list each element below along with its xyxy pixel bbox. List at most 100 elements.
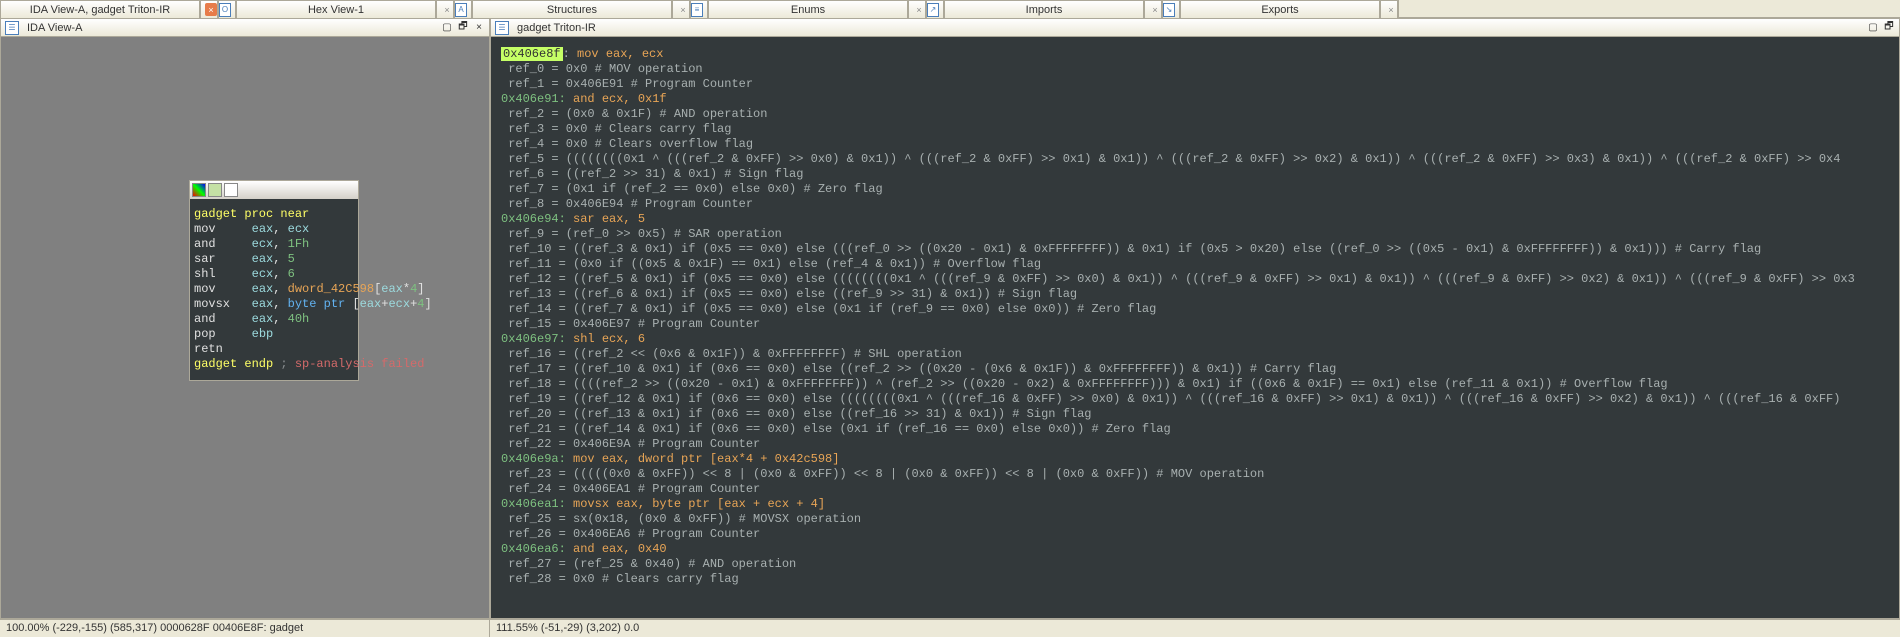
tab-imports[interactable]: Imports xyxy=(944,0,1144,18)
ida-floating-window[interactable]: gadget proc nearmov eax, ecxand ecx, 1Fh… xyxy=(189,180,359,381)
tab-icon-button[interactable]: ≡ xyxy=(690,0,708,18)
code-line: shl ecx, 6 xyxy=(194,267,354,282)
close-icon: × xyxy=(1385,3,1397,16)
code-line: ref_12 = ((ref_5 & 0x1) if (0x5 == 0x0) … xyxy=(501,272,1889,287)
code-line: ref_26 = 0x406EA6 # Program Counter xyxy=(501,527,1889,542)
triton-pane: ☰ gadget Triton-IR ▢ 🗗 0x406e8f: mov eax… xyxy=(490,18,1900,619)
code-line: 0x406ea6: and eax, 0x40 xyxy=(501,542,1889,557)
tab-type-icon: ≡ xyxy=(691,3,703,17)
code-line: pop ebp xyxy=(194,327,354,342)
code-line: ref_10 = ((ref_3 & 0x1) if (0x5 == 0x0) … xyxy=(501,242,1889,257)
ida-pane-body[interactable]: gadget proc nearmov eax, ecxand ecx, 1Fh… xyxy=(1,37,489,618)
code-line: ref_13 = ((ref_6 & 0x1) if (0x5 == 0x0) … xyxy=(501,287,1889,302)
tab-label: IDA View-A, gadget Triton-IR xyxy=(30,4,170,16)
close-icon: × xyxy=(441,3,453,16)
tab-exports[interactable]: Exports xyxy=(1180,0,1380,18)
code-line: ref_4 = 0x0 # Clears overflow flag xyxy=(501,137,1889,152)
code-line: 0x406e8f: mov eax, ecx xyxy=(501,47,1889,62)
code-line: ref_24 = 0x406EA1 # Program Counter xyxy=(501,482,1889,497)
code-line: mov eax, ecx xyxy=(194,222,354,237)
tab-close-button[interactable]: × xyxy=(1380,0,1398,18)
tab-type-icon: O xyxy=(219,3,231,17)
color-icon[interactable] xyxy=(192,183,206,197)
code-line: 0x406ea1: movsx eax, byte ptr [eax + ecx… xyxy=(501,497,1889,512)
code-line: ref_17 = ((ref_10 & 0x1) if (0x6 == 0x0)… xyxy=(501,362,1889,377)
code-line: ref_6 = ((ref_2 >> 31) & 0x1) # Sign fla… xyxy=(501,167,1889,182)
pane-max-button[interactable]: 🗗 xyxy=(1883,22,1895,34)
code-line: ref_21 = ((ref_14 & 0x1) if (0x6 == 0x0)… xyxy=(501,422,1889,437)
triton-pane-title: gadget Triton-IR xyxy=(517,22,596,34)
code-line: and eax, 40h xyxy=(194,312,354,327)
tab-type-icon: A xyxy=(455,3,467,17)
disassembly-code[interactable]: gadget proc nearmov eax, ecxand ecx, 1Fh… xyxy=(190,199,358,380)
ida-pane-header: ☰ IDA View-A ▢ 🗗 × xyxy=(1,19,489,37)
code-line: ref_27 = (ref_25 & 0x40) # AND operation xyxy=(501,557,1889,572)
main-tab-bar: IDA View-A, gadget Triton-IR×OHex View-1… xyxy=(0,0,1900,18)
view-icon: ☰ xyxy=(495,21,509,35)
code-line: retn xyxy=(194,342,354,357)
graph-icon[interactable] xyxy=(208,183,222,197)
triton-ir-code[interactable]: 0x406e8f: mov eax, ecx ref_0 = 0x0 # MOV… xyxy=(497,43,1893,591)
tab-close-button[interactable]: × xyxy=(436,0,454,18)
tab-ida-view-a-gadget-triton-ir[interactable]: IDA View-A, gadget Triton-IR xyxy=(0,0,200,18)
tab-label: Imports xyxy=(1026,4,1063,16)
ida-graph-toolbar xyxy=(190,181,358,199)
close-icon: × xyxy=(913,3,925,16)
tab-label: Enums xyxy=(791,4,825,16)
tab-structures[interactable]: Structures xyxy=(472,0,672,18)
code-line: ref_23 = (((((0x0 & 0xFF)) << 8 | (0x0 &… xyxy=(501,467,1889,482)
code-line: ref_2 = (0x0 & 0x1F) # AND operation xyxy=(501,107,1889,122)
code-line: ref_7 = (0x1 if (ref_2 == 0x0) else 0x0)… xyxy=(501,182,1889,197)
code-line: ref_3 = 0x0 # Clears carry flag xyxy=(501,122,1889,137)
pane-restore-button[interactable]: ▢ xyxy=(1867,22,1879,34)
tab-label: Structures xyxy=(547,4,597,16)
status-bar: 100.00% (-229,-155) (585,317) 0000628F 0… xyxy=(0,619,1900,637)
pane-max-button[interactable]: 🗗 xyxy=(457,22,469,34)
tab-enums[interactable]: Enums xyxy=(708,0,908,18)
tab-icon-button[interactable]: A xyxy=(454,0,472,18)
pane-close-button[interactable]: × xyxy=(473,22,485,34)
code-line: ref_14 = ((ref_7 & 0x1) if (0x5 == 0x0) … xyxy=(501,302,1889,317)
tab-label: Exports xyxy=(1261,4,1298,16)
code-line: ref_19 = ((ref_12 & 0x1) if (0x6 == 0x0)… xyxy=(501,392,1889,407)
code-line: ref_22 = 0x406E9A # Program Counter xyxy=(501,437,1889,452)
code-line: ref_18 = ((((ref_2 >> ((0x20 - 0x1) & 0x… xyxy=(501,377,1889,392)
triton-pane-header: ☰ gadget Triton-IR ▢ 🗗 xyxy=(491,19,1899,37)
ida-view-pane: ☰ IDA View-A ▢ 🗗 × gadget proc nearmov e… xyxy=(0,18,490,619)
tab-close-button[interactable]: × xyxy=(672,0,690,18)
tab-type-icon: ↘ xyxy=(1163,3,1175,17)
code-line: ref_11 = (0x0 if ((0x5 & 0x1F) == 0x1) e… xyxy=(501,257,1889,272)
tab-close-button[interactable]: × xyxy=(908,0,926,18)
tab-icon-button[interactable]: ↗ xyxy=(926,0,944,18)
tab-icon-button[interactable]: ↘ xyxy=(1162,0,1180,18)
code-line: 0x406e97: shl ecx, 6 xyxy=(501,332,1889,347)
code-line: mov eax, dword_42C598[eax*4] xyxy=(194,282,354,297)
code-line: ref_15 = 0x406E97 # Program Counter xyxy=(501,317,1889,332)
ida-pane-title: IDA View-A xyxy=(27,22,82,34)
code-line: gadget endp ; sp-analysis failed xyxy=(194,357,354,372)
code-line: 0x406e91: and ecx, 0x1f xyxy=(501,92,1889,107)
close-icon: × xyxy=(677,3,689,16)
triton-pane-body[interactable]: 0x406e8f: mov eax, ecx ref_0 = 0x0 # MOV… xyxy=(491,37,1899,618)
status-right: 111.55% (-51,-29) (3,202) 0.0 xyxy=(490,620,1900,637)
tab-type-icon: ↗ xyxy=(927,3,939,17)
tab-icon-button[interactable]: O xyxy=(218,0,236,18)
code-line: ref_1 = 0x406E91 # Program Counter xyxy=(501,77,1889,92)
status-left: 100.00% (-229,-155) (585,317) 0000628F 0… xyxy=(0,620,490,637)
code-line: sar eax, 5 xyxy=(194,252,354,267)
code-line: 0x406e9a: mov eax, dword ptr [eax*4 + 0x… xyxy=(501,452,1889,467)
close-icon: × xyxy=(1149,3,1161,16)
tab-hex-view-1[interactable]: Hex View-1 xyxy=(236,0,436,18)
nav-icon[interactable] xyxy=(224,183,238,197)
code-line: ref_9 = (ref_0 >> 0x5) # SAR operation xyxy=(501,227,1889,242)
view-icon: ☰ xyxy=(5,21,19,35)
code-line: movsx eax, byte ptr [eax+ecx+4] xyxy=(194,297,354,312)
code-line: and ecx, 1Fh xyxy=(194,237,354,252)
tab-close-button[interactable]: × xyxy=(200,0,218,18)
workspace: ☰ IDA View-A ▢ 🗗 × gadget proc nearmov e… xyxy=(0,18,1900,619)
code-line: ref_25 = sx(0x18, (0x0 & 0xFF)) # MOVSX … xyxy=(501,512,1889,527)
pane-restore-button[interactable]: ▢ xyxy=(441,22,453,34)
code-line: ref_0 = 0x0 # MOV operation xyxy=(501,62,1889,77)
tab-label: Hex View-1 xyxy=(308,4,364,16)
tab-close-button[interactable]: × xyxy=(1144,0,1162,18)
